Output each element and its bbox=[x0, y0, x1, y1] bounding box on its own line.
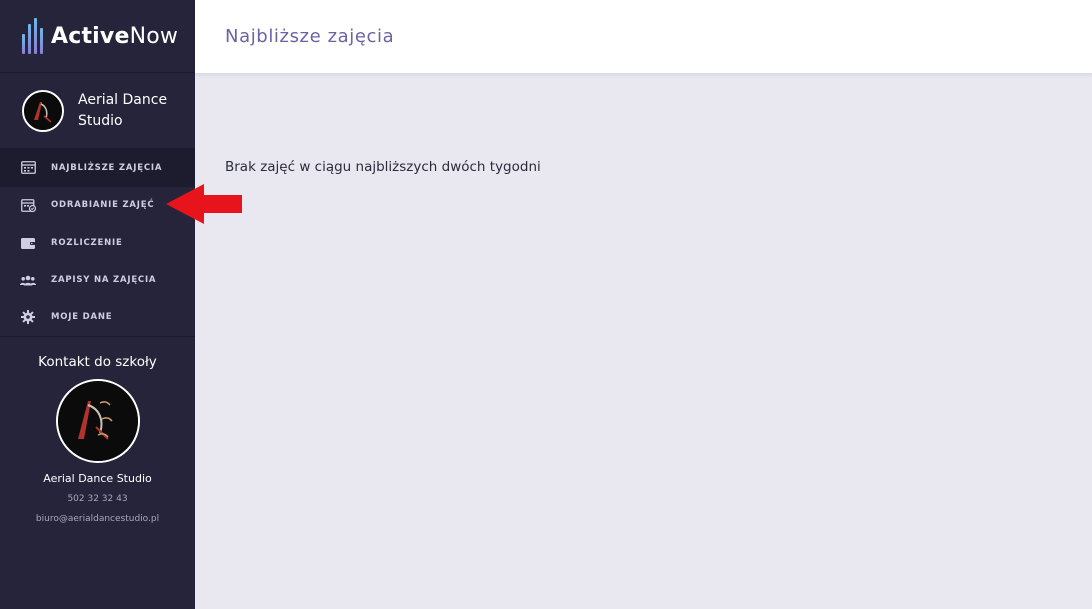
sidebar-item-najblizsze-zajecia[interactable]: NAJBLIŻSZE ZAJĘCIA bbox=[0, 149, 195, 187]
sidebar-nav: NAJBLIŻSZE ZAJĘCIA ODRABIANIE ZAJĘĆ ROZL… bbox=[0, 149, 195, 337]
contact-email[interactable]: biuro@aerialdancestudio.pl bbox=[0, 514, 195, 524]
brand-logo[interactable]: ActiveNow bbox=[0, 0, 195, 73]
wallet-icon bbox=[20, 236, 36, 250]
school-profile: Aerial Dance Studio bbox=[0, 73, 195, 149]
calendar-check-icon bbox=[20, 198, 36, 212]
main-content: Brak zajęć w ciągu najbliższych dwóch ty… bbox=[195, 73, 1092, 609]
brand-bars-icon bbox=[22, 18, 43, 54]
school-logo-icon bbox=[22, 89, 64, 132]
gear-icon bbox=[20, 310, 36, 325]
school-contact: Kontakt do szkoły Aerial Dance Studio 50… bbox=[0, 337, 195, 524]
brand-name: ActiveNow bbox=[51, 24, 178, 49]
sidebar-item-label: ZAPISY NA ZAJĘCIA bbox=[51, 275, 157, 286]
school-logo-icon bbox=[55, 378, 140, 463]
annotation-arrow-icon bbox=[166, 184, 242, 224]
contact-phone[interactable]: 502 32 32 43 bbox=[0, 494, 195, 504]
page-header: Najbliższe zajęcia bbox=[195, 0, 1092, 73]
brand-name-bold: Active bbox=[51, 23, 130, 49]
sidebar-item-label: ROZLICZENIE bbox=[51, 237, 123, 248]
users-icon bbox=[20, 273, 36, 287]
sidebar-item-label: MOJE DANE bbox=[51, 312, 113, 323]
empty-state-message: Brak zajęć w ciągu najbliższych dwóch ty… bbox=[225, 159, 541, 175]
school-name: Aerial Dance Studio bbox=[78, 91, 168, 129]
contact-school-name: Aerial Dance Studio bbox=[43, 471, 152, 485]
contact-title: Kontakt do szkoły bbox=[38, 353, 157, 370]
calendar-icon bbox=[20, 161, 36, 175]
sidebar: ActiveNow Aerial Dance Studio NAJBLIŻSZE… bbox=[0, 0, 195, 609]
brand-name-regular: Now bbox=[129, 23, 179, 49]
sidebar-item-label: NAJBLIŻSZE ZAJĘCIA bbox=[51, 162, 163, 173]
page-title: Najbliższe zajęcia bbox=[225, 26, 395, 47]
sidebar-item-moje-dane[interactable]: MOJE DANE bbox=[0, 299, 195, 337]
sidebar-item-label: ODRABIANIE ZAJĘĆ bbox=[51, 200, 155, 211]
sidebar-item-zapisy-na-zajecia[interactable]: ZAPISY NA ZAJĘCIA bbox=[0, 262, 195, 300]
sidebar-item-rozliczenie[interactable]: ROZLICZENIE bbox=[0, 224, 195, 262]
